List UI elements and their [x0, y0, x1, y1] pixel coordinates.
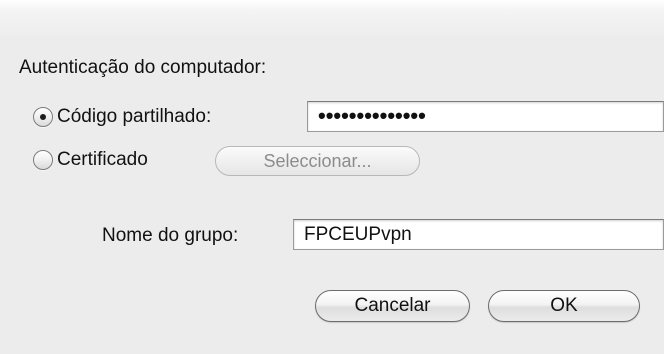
shared-secret-radio-row[interactable]: Código partilhado:: [33, 102, 211, 132]
ok-button[interactable]: OK: [488, 290, 640, 322]
vpn-authentication-dialog: Autenticação do computador: Código parti…: [0, 0, 664, 354]
shared-secret-label: Código partilhado:: [57, 106, 212, 127]
section-title: Autenticação do computador:: [19, 57, 267, 78]
certificate-label: Certificado: [57, 149, 148, 170]
shared-secret-radio[interactable]: [33, 107, 53, 127]
certificate-radio-row[interactable]: Certificado: [33, 145, 148, 175]
shared-secret-input[interactable]: ••••••••••••••: [307, 101, 664, 132]
certificate-radio[interactable]: [33, 150, 53, 170]
cancel-button[interactable]: Cancelar: [315, 290, 470, 322]
group-name-input[interactable]: FPCEUPvpn: [293, 219, 664, 250]
group-name-label: Nome do grupo:: [102, 225, 239, 246]
select-certificate-button[interactable]: Seleccionar...: [215, 146, 420, 176]
